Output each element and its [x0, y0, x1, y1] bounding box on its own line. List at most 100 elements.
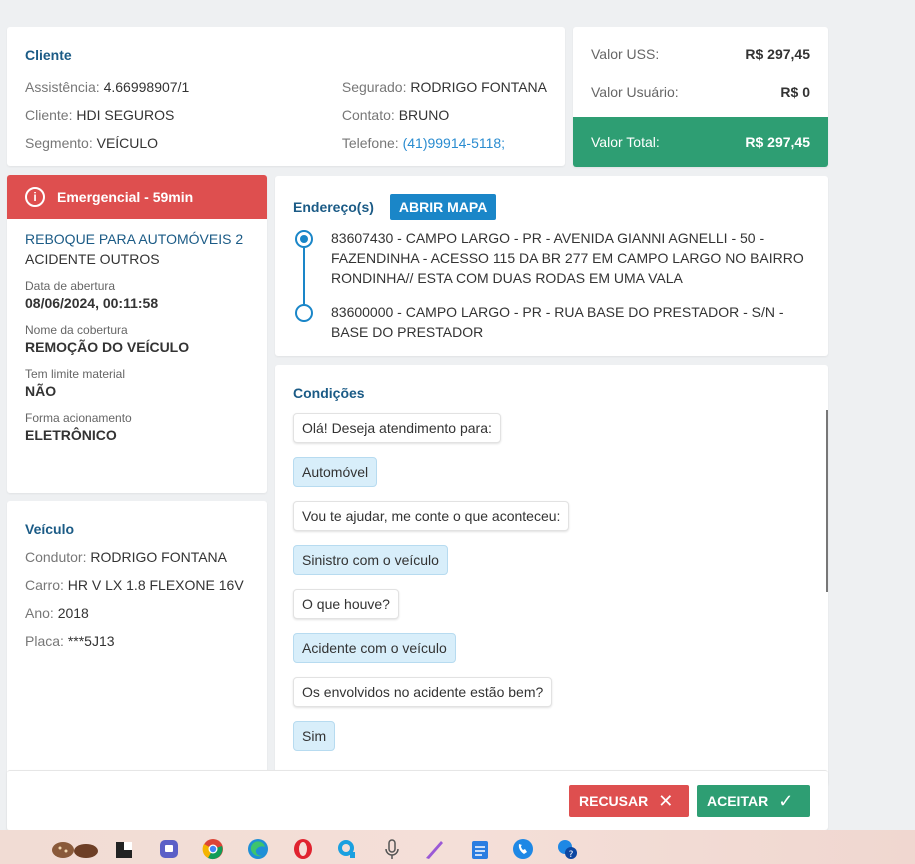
ano-row: Ano: 2018	[25, 599, 249, 627]
limite-material-label: Tem limite material	[25, 367, 126, 381]
servico-card: i Emergencial - 59min REBOQUE PARA AUTOM…	[7, 175, 267, 493]
search-app-icon[interactable]	[336, 838, 358, 860]
check-icon: ✓	[778, 790, 794, 811]
destination-marker-icon	[295, 304, 313, 322]
contato-label: Contato:	[341, 107, 395, 123]
address-timeline: 83607430 - CAMPO LARGO - PR - AVENIDA GI…	[293, 228, 810, 342]
help-icon[interactable]: ?	[556, 838, 578, 860]
cliente-left-column: Assistência: 4.66998907/1 Cliente: HDI S…	[25, 73, 342, 157]
contato-row: Contato: BRUNO	[342, 101, 547, 129]
valor-usuario-row: Valor Usuário: R$ 0	[573, 73, 828, 111]
enderecos-card: Endereço(s) ABRIR MAPA 83607430 - CAMPO …	[275, 176, 828, 356]
info-icon: i	[25, 187, 45, 207]
aceitar-button[interactable]: ACEITAR ✓	[697, 785, 810, 817]
chat-answer: Acidente com o veículo	[293, 633, 456, 663]
chat-answer: Automóvel	[293, 457, 378, 487]
placa-value: ***5J13	[67, 633, 115, 649]
cliente-card: Cliente Assistência: 4.66998907/1 Client…	[7, 27, 565, 166]
cliente-title: Cliente	[25, 47, 72, 63]
service-subtitle: ACIDENTE OUTROS	[25, 251, 160, 267]
condicoes-card: Condições Olá! Deseja atendimento para: …	[275, 365, 828, 785]
svg-text:?: ?	[569, 850, 574, 860]
valor-total-label: Valor Total:	[591, 134, 660, 150]
address-origin-text: 83607430 - CAMPO LARGO - PR - AVENIDA GI…	[331, 230, 804, 286]
ano-label: Ano:	[25, 605, 54, 621]
contato-value: BRUNO	[398, 107, 450, 123]
carro-value: HR V LX 1.8 FLEXONE 16V	[67, 577, 244, 593]
open-map-button[interactable]: ABRIR MAPA	[389, 194, 497, 220]
valores-card: Valor USS: R$ 297,45 Valor Usuário: R$ 0 V…	[573, 27, 828, 167]
chat-answer: Sinistro com o veículo	[293, 545, 448, 575]
segmento-value: VEÍCULO	[96, 135, 159, 151]
cliente-value: HDI SEGUROS	[76, 107, 175, 123]
telefone-link[interactable]: (41)99914-5118;	[403, 135, 505, 151]
segmento-label: Segmento:	[25, 135, 93, 151]
cobertura-value: REMOÇÃO DO VEÍCULO	[25, 339, 190, 355]
action-footer: RECUSAR ✕ ACEITAR ✓	[7, 770, 828, 830]
cookies-icon[interactable]	[50, 838, 100, 860]
segurado-row: Segurado: RODRIGO FONTANA	[342, 73, 547, 101]
telefone-label: Telefone:	[341, 135, 399, 151]
condutor-row: Condutor: RODRIGO FONTANA	[25, 543, 249, 571]
address-destination: 83600000 - CAMPO LARGO - PR - RUA BASE D…	[295, 302, 810, 342]
valor-total-value: R$ 297,45	[745, 134, 810, 150]
opera-icon[interactable]	[292, 838, 314, 860]
ano-value: 2018	[57, 605, 89, 621]
chrome-icon[interactable]	[202, 838, 224, 860]
assistencia-label: Assistência:	[25, 79, 100, 95]
notepad-icon[interactable]	[469, 838, 491, 860]
edge-icon[interactable]	[247, 838, 269, 860]
terminal-icon[interactable]	[114, 838, 136, 860]
valor-uss-value: R$ 297,45	[745, 46, 810, 62]
assistencia-row: Assistência: 4.66998907/1	[25, 73, 342, 101]
placa-label: Placa:	[25, 633, 64, 649]
assistencia-value: 4.66998907/1	[103, 79, 190, 95]
segmento-row: Segmento: VEÍCULO	[25, 129, 342, 157]
chat-question: O que houve?	[293, 589, 399, 619]
chat-app-icon[interactable]	[158, 838, 180, 860]
service-title: REBOQUE PARA AUTOMÓVEIS 2	[25, 231, 244, 247]
forma-acionamento-value: ELETRÔNICO	[25, 427, 117, 443]
carro-row: Carro: HR V LX 1.8 FLEXONE 16V	[25, 571, 249, 599]
pen-icon[interactable]	[423, 838, 445, 860]
close-icon: ✕	[658, 790, 674, 811]
segurado-value: RODRIGO FONTANA	[410, 79, 547, 95]
enderecos-title: Endereço(s)	[293, 199, 374, 215]
cobertura-label: Nome da cobertura	[25, 323, 128, 337]
valor-usuario-value: R$ 0	[780, 84, 810, 100]
data-abertura-value: 08/06/2024, 00:11:58	[25, 295, 159, 311]
condicoes-title: Condições	[293, 385, 365, 401]
chat-answer: Sim	[293, 721, 336, 751]
chat-question: Os envolvidos no acidente estão bem?	[293, 677, 553, 707]
data-abertura-label: Data de abertura	[25, 279, 116, 293]
phone-icon[interactable]	[512, 838, 534, 860]
cliente-right-column: Segurado: RODRIGO FONTANA Contato: BRUNO…	[342, 73, 547, 157]
valor-uss-row: Valor USS: R$ 297,45	[573, 35, 828, 73]
chat-question: Vou te ajudar, me conte o que aconteceu:	[293, 501, 570, 531]
os-taskbar: ?	[0, 830, 915, 864]
origin-marker-icon	[295, 230, 313, 248]
placa-row: Placa: ***5J13	[25, 627, 249, 655]
condutor-label: Condutor:	[25, 549, 87, 565]
microphone-icon[interactable]	[381, 838, 403, 860]
chat-question: Olá! Deseja atendimento para:	[293, 413, 501, 443]
telefone-row: Telefone: (41)99914-5118;	[342, 129, 547, 157]
veiculo-title: Veículo	[25, 521, 75, 537]
address-destination-text: 83600000 - CAMPO LARGO - PR - RUA BASE D…	[331, 304, 784, 340]
chat-scrollbar[interactable]	[826, 410, 828, 592]
valor-uss-label: Valor USS:	[591, 46, 660, 62]
cliente-label: Cliente:	[25, 107, 73, 123]
segurado-label: Segurado:	[341, 79, 407, 95]
conditions-chat[interactable]: Olá! Deseja atendimento para: Automóvel …	[293, 413, 810, 765]
valor-usuario-label: Valor Usuário:	[591, 84, 679, 100]
recusar-button[interactable]: RECUSAR ✕	[569, 785, 689, 817]
limite-material-value: NÃO	[25, 383, 57, 399]
cliente-row: Cliente: HDI SEGUROS	[25, 101, 342, 129]
emergency-banner: i Emergencial - 59min	[7, 175, 267, 219]
address-origin: 83607430 - CAMPO LARGO - PR - AVENIDA GI…	[295, 228, 810, 288]
condutor-value: RODRIGO FONTANA	[90, 549, 228, 565]
valor-total-bar: Valor Total: R$ 297,45	[573, 117, 828, 167]
aceitar-label: ACEITAR	[707, 793, 769, 809]
carro-label: Carro:	[25, 577, 64, 593]
recusar-label: RECUSAR	[579, 793, 649, 809]
